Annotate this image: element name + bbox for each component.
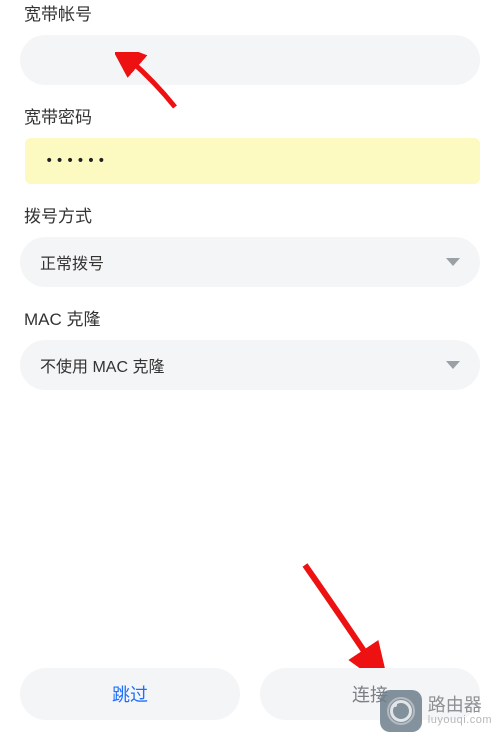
dial-mode-value: 正常拨号 bbox=[40, 250, 104, 274]
mac-clone-label: MAC 克隆 bbox=[20, 305, 480, 330]
dial-mode-select[interactable]: 正常拨号 bbox=[20, 237, 480, 287]
broadband-account-input[interactable] bbox=[20, 35, 480, 85]
dial-mode-label: 拨号方式 bbox=[20, 202, 480, 227]
account-label: 宽带帐号 bbox=[20, 0, 480, 25]
mac-clone-select[interactable]: 不使用 MAC 克隆 bbox=[20, 340, 480, 390]
broadband-password-input[interactable] bbox=[25, 138, 480, 184]
annotation-arrow-icon bbox=[295, 560, 385, 670]
skip-button[interactable]: 跳过 bbox=[20, 668, 240, 720]
password-label: 宽带密码 bbox=[20, 103, 480, 128]
mac-clone-value: 不使用 MAC 克隆 bbox=[40, 353, 164, 377]
connect-button[interactable]: 连接 bbox=[260, 668, 480, 720]
chevron-down-icon bbox=[446, 361, 460, 369]
chevron-down-icon bbox=[446, 258, 460, 266]
